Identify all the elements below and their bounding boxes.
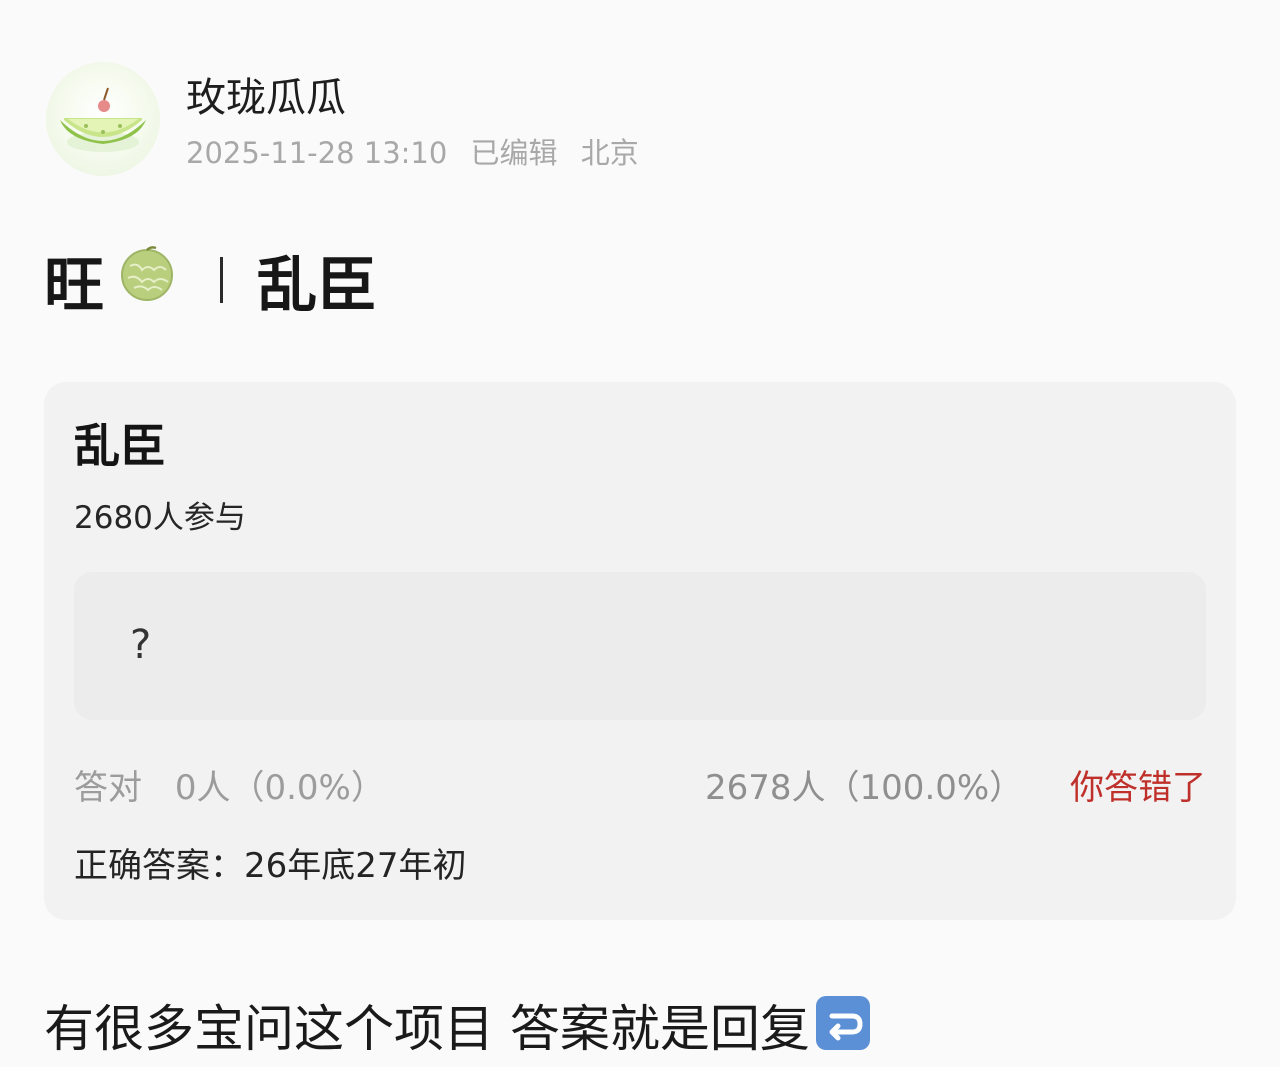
post-meta: 2025-11-28 13:10 已编辑 北京 bbox=[186, 134, 653, 172]
correct-count: 0人（0.0%） bbox=[174, 768, 385, 808]
correct-label: 答对 bbox=[74, 768, 142, 808]
title-divider bbox=[220, 257, 223, 303]
melon-icon bbox=[118, 244, 176, 317]
quiz-result: 你答错了 bbox=[1070, 768, 1206, 808]
quiz-question-box[interactable]: ? bbox=[74, 572, 1206, 720]
melon-avatar-icon bbox=[60, 87, 146, 152]
quiz-card[interactable]: 乱臣 2680人参与 ? 答对 0人（0.0%） 2678人（100.0%） 你… bbox=[44, 382, 1236, 920]
answer-label: 正确答案： bbox=[74, 846, 244, 886]
edited-label: 已编辑 bbox=[470, 136, 558, 170]
correct-answer: 正确答案：26年底27年初 bbox=[74, 844, 467, 888]
correct-stat: 答对 0人（0.0%） bbox=[74, 766, 385, 810]
wrong-count: 2678人（100.0%） bbox=[705, 768, 1024, 808]
return-arrow-icon bbox=[814, 994, 872, 1067]
answer-value: 26年底27年初 bbox=[244, 846, 467, 886]
post-page: 玫珑瓜瓜 2025-11-28 13:10 已编辑 北京 旺 乱臣 乱臣 268… bbox=[0, 0, 1280, 1058]
author-name[interactable]: 玫珑瓜瓜 bbox=[186, 74, 346, 122]
title-right: 乱臣 bbox=[257, 250, 377, 321]
location-label: 北京 bbox=[580, 136, 639, 170]
author-avatar[interactable] bbox=[46, 62, 160, 176]
wrong-stat: 2678人（100.0%） 你答错了 bbox=[705, 766, 1206, 810]
quiz-question-text: ? bbox=[130, 622, 152, 668]
post-body: 有很多宝问这个项目 答案就是回复 bbox=[44, 1000, 810, 1058]
quiz-title: 乱臣 bbox=[74, 419, 166, 473]
post-timestamp: 2025-11-28 13:10 bbox=[186, 136, 448, 170]
title-left: 旺 bbox=[44, 250, 104, 321]
quiz-participants: 2680人参与 bbox=[74, 500, 246, 536]
post-title: 旺 乱臣 bbox=[44, 240, 377, 321]
post-body-text: 有很多宝问这个项目 答案就是回复 bbox=[44, 994, 872, 1067]
